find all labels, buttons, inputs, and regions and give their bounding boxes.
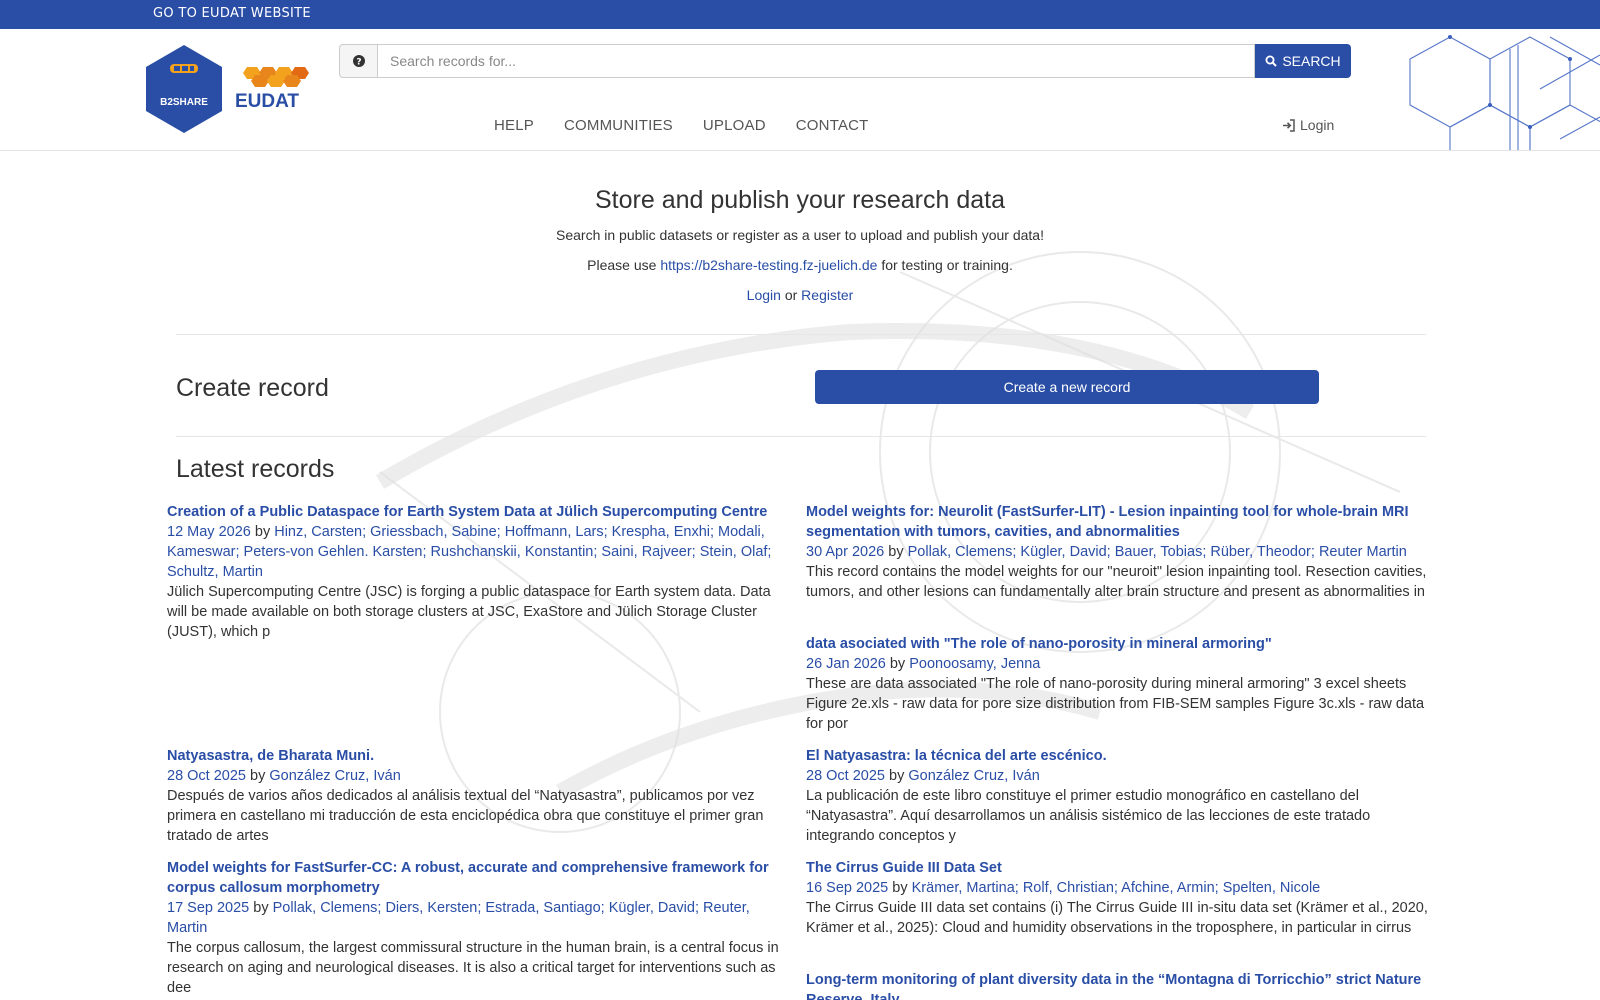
record-title[interactable]: Model weights for: Neurolit (FastSurfer-…	[806, 502, 1431, 542]
search-button[interactable]: SEARCH	[1255, 44, 1351, 78]
svg-text:EUDAT: EUDAT	[235, 91, 299, 111]
nav-upload[interactable]: UPLOAD	[703, 117, 766, 134]
record-item: Natyasastra, de Bharata Muni. 28 Oct 202…	[167, 746, 792, 846]
record-summary: The corpus callosum, the largest commiss…	[167, 940, 779, 996]
latest-records-heading: Latest records	[176, 455, 335, 483]
record-authors[interactable]: Krämer, Martina; Rolf, Christian; Afchin…	[912, 880, 1321, 896]
record-title[interactable]: The Cirrus Guide III Data Set	[806, 858, 1431, 878]
record-by: by	[888, 544, 904, 560]
for-testing-text: for testing or training.	[881, 257, 1013, 273]
record-date: 16 Sep 2025	[806, 880, 889, 896]
create-record-heading: Create record	[176, 374, 329, 402]
hero-register-link[interactable]: Register	[801, 287, 853, 303]
record-authors[interactable]: González Cruz, Iván	[908, 768, 1039, 784]
divider	[176, 436, 1426, 437]
record-item: El Natyasastra: la técnica del arte escé…	[806, 746, 1431, 846]
nav-help[interactable]: HELP	[494, 117, 534, 134]
auth-links: Login or Register	[0, 287, 1600, 303]
record-authors[interactable]: Pollak, Clemens; Kügler, David; Bauer, T…	[908, 544, 1407, 560]
record-date: 26 Jan 2026	[806, 656, 886, 672]
search-button-label: SEARCH	[1282, 53, 1341, 69]
record-by: by	[889, 768, 905, 784]
divider	[176, 334, 1426, 335]
svg-text:?: ?	[356, 58, 361, 68]
record-summary: These are data associated "The role of n…	[806, 676, 1425, 732]
create-new-record-button[interactable]: Create a new record	[815, 370, 1319, 404]
header-login-link[interactable]: Login	[1282, 117, 1334, 133]
record-title[interactable]: Natyasastra, de Bharata Muni.	[167, 746, 792, 766]
record-item: Model weights for FastSurfer-CC: A robus…	[167, 858, 792, 998]
eudat-cubes-icon: EUDAT	[235, 67, 309, 112]
record-summary: Después de varios años dedicados al anál…	[167, 788, 764, 844]
record-by: by	[889, 656, 906, 672]
sign-in-icon	[1283, 118, 1295, 132]
record-item: Creation of a Public Dataspace for Earth…	[167, 502, 792, 642]
record-date: 30 Apr 2026	[806, 544, 885, 560]
record-item: Model weights for: Neurolit (FastSurfer-…	[806, 502, 1431, 602]
record-authors[interactable]: Poonoosamy, Jenna	[909, 656, 1040, 672]
b2share-hexagon-icon: B2SHARE	[146, 45, 222, 133]
hero-login-link[interactable]: Login	[747, 287, 781, 303]
record-by: by	[892, 880, 908, 896]
record-by: by	[253, 900, 269, 916]
search-input[interactable]	[377, 44, 1255, 78]
search-icon	[1265, 55, 1278, 67]
record-summary: Jülich Supercomputing Centre (JSC) is fo…	[167, 584, 771, 640]
record-title[interactable]: Long-term monitoring of plant diversity …	[806, 970, 1431, 1000]
record-date: 28 Oct 2025	[806, 768, 885, 784]
record-title[interactable]: Model weights for FastSurfer-CC: A robus…	[167, 858, 792, 898]
header: B2SHARE EUDAT ? SEARCH	[0, 29, 1600, 151]
please-use-text: Please use	[587, 257, 657, 273]
record-summary: This record contains the model weights f…	[806, 564, 1427, 600]
nav-communities[interactable]: COMMUNITIES	[564, 117, 673, 134]
record-summary: La publicación de este libro constituye …	[806, 788, 1371, 844]
or-text: or	[784, 287, 798, 303]
top-bar: GO TO EUDAT WEBSITE	[0, 0, 1600, 29]
hero-subtitle: Search in public datasets or register as…	[556, 227, 1044, 243]
record-by: by	[250, 768, 266, 784]
eudat-website-link[interactable]: GO TO EUDAT WEBSITE	[153, 6, 311, 21]
eudat-logo[interactable]: EUDAT	[235, 65, 311, 112]
record-summary: The Cirrus Guide III data set contains (…	[806, 900, 1428, 936]
b2share-logo[interactable]: B2SHARE	[144, 44, 224, 134]
hexagon-decoration	[1409, 35, 1600, 150]
record-item: Long-term monitoring of plant diversity …	[806, 970, 1431, 1000]
record-date: 17 Sep 2025	[167, 900, 250, 916]
record-date: 28 Oct 2025	[167, 768, 246, 784]
nav-contact[interactable]: CONTACT	[796, 117, 869, 134]
record-item: data asociated with "The role of nano-po…	[806, 634, 1431, 734]
search-help-button[interactable]: ?	[339, 44, 377, 78]
testing-site-link[interactable]: https://b2share-testing.fz-juelich.de	[660, 257, 877, 273]
svg-text:B2SHARE: B2SHARE	[160, 97, 208, 108]
record-title[interactable]: El Natyasastra: la técnica del arte escé…	[806, 746, 1431, 766]
search-bar: ? SEARCH	[339, 44, 1351, 78]
record-title[interactable]: Creation of a Public Dataspace for Earth…	[167, 502, 792, 522]
main-nav: HELP COMMUNITIES UPLOAD CONTACT	[494, 117, 899, 134]
record-date: 12 May 2026	[167, 524, 251, 540]
question-circle-icon: ?	[352, 55, 365, 68]
hero-title: Store and publish your research data	[595, 186, 1005, 214]
testing-notice: Please use https://b2share-testing.fz-ju…	[0, 257, 1600, 273]
header-login-label: Login	[1300, 117, 1335, 133]
record-by: by	[254, 524, 271, 540]
record-item: The Cirrus Guide III Data Set 16 Sep 202…	[806, 858, 1431, 938]
record-title[interactable]: data asociated with "The role of nano-po…	[806, 634, 1431, 654]
record-authors[interactable]: González Cruz, Iván	[269, 768, 400, 784]
